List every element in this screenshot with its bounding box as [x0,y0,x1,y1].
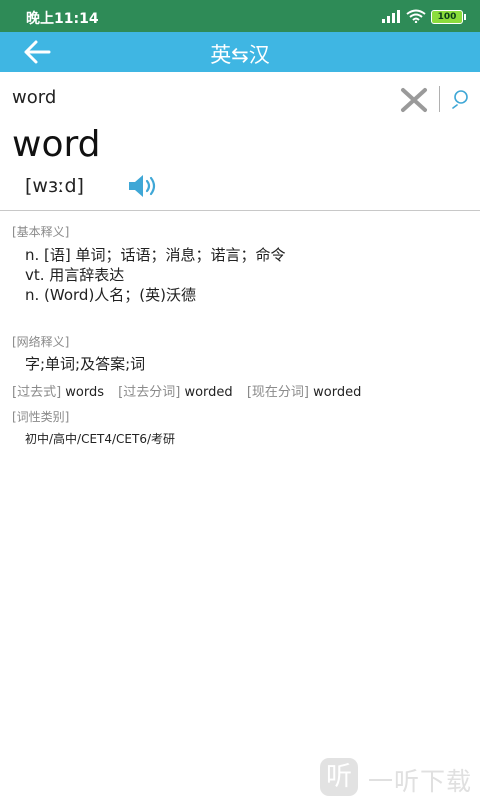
search-divider [439,86,440,112]
watermark-logo: 听 一听下载 [318,754,478,800]
headword: word [12,124,101,165]
search-row [0,78,480,120]
present-participle-value: worded [313,385,362,400]
present-participle-label: [现在分词] [246,385,309,400]
page-title[interactable]: 英⇆汉 [0,39,480,69]
past-participle-label: [过去分词] [118,385,181,400]
status-time: 晚上11:14 [26,11,99,27]
search-icon[interactable] [450,89,472,109]
past-participle-value: worded [184,385,233,400]
category-label: [词性类别] [12,410,70,424]
search-input[interactable] [12,84,382,110]
battery-icon: 100 [431,10,466,24]
past-tense-label: [过去式] [12,385,62,400]
phonetic: [wɜːd] [25,175,84,197]
watermark-text: 一听下载 [368,767,473,796]
divider [0,210,480,211]
status-bar: 晚上11:14 100 [0,0,480,32]
basic-definition-line: n. (Word)人名；(英)沃德 [25,286,197,304]
clear-icon[interactable] [400,87,428,113]
wifi-icon [406,9,426,23]
speaker-icon[interactable] [127,173,159,199]
app-bar: 英⇆汉 [0,32,480,72]
watermark-icon: 听 [320,758,358,796]
signal-icon [382,10,400,23]
basic-definition-line: n. [语] 单词；话语；消息；诺言；命令 [25,246,286,264]
category-value: 初中/高中/CET4/CET6/考研 [25,432,176,446]
basic-definition-line: vt. 用言辞表达 [25,266,125,284]
basic-definition-label: [基本释义] [12,225,70,239]
web-definition-label: [网络释义] [12,335,70,349]
past-tense-value: words [65,385,105,400]
web-definition-line: 字;单词;及答案;词 [25,355,146,373]
word-forms: [过去式] words [过去分词] worded [现在分词] worded [12,381,371,400]
